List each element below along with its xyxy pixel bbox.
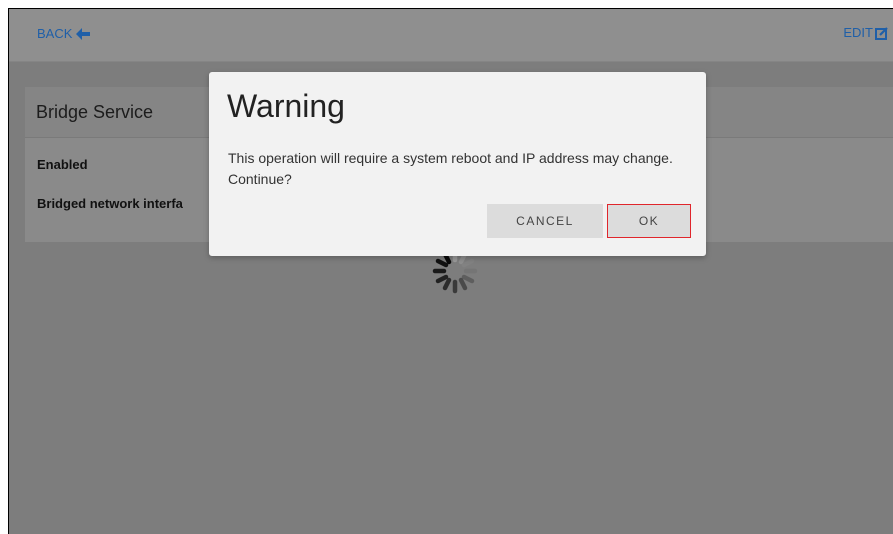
warning-dialog: Warning This operation will require a sy… [209, 72, 706, 256]
ok-button[interactable]: OK [607, 204, 691, 238]
top-bar: BACK EDIT [9, 9, 893, 62]
back-label: BACK [37, 26, 73, 41]
app-frame: BACK EDIT Bridge Service Enabled Bridged… [8, 8, 893, 534]
dialog-title: Warning [227, 88, 345, 124]
edit-square-icon [875, 26, 888, 40]
dialog-message: This operation will require a system reb… [228, 150, 673, 187]
edit-button[interactable]: EDIT [843, 25, 889, 40]
arrow-left-icon [76, 27, 91, 40]
back-button[interactable]: BACK [37, 26, 91, 41]
bridged-interface-label: Bridged network interfa [37, 196, 183, 211]
edit-label: EDIT [843, 25, 873, 40]
cancel-button[interactable]: CANCEL [487, 204, 603, 238]
panel-title: Bridge Service [36, 102, 154, 122]
enabled-label: Enabled [37, 157, 88, 172]
